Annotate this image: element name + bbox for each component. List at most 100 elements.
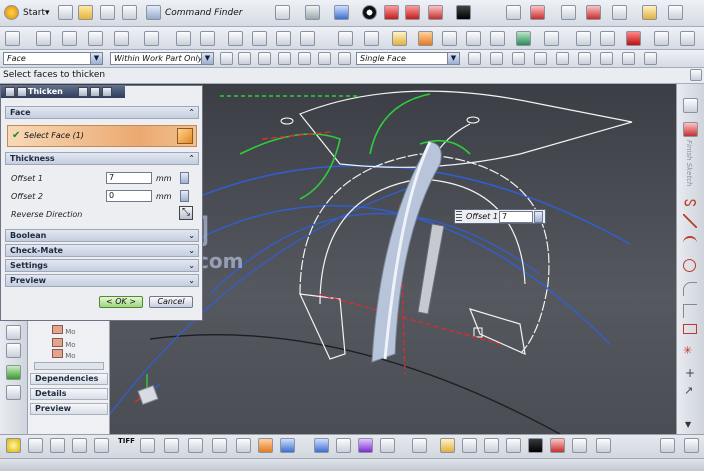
face-section-header[interactable]: Face ⌃ xyxy=(5,106,199,119)
palette-icon[interactable] xyxy=(6,385,21,400)
extract-icon[interactable] xyxy=(680,31,695,46)
scope-filter-dropdown[interactable]: Within Work Part Only ▼ xyxy=(110,52,214,65)
stop-icon[interactable] xyxy=(626,31,641,46)
settings-section-header[interactable]: Settings ⌄ xyxy=(5,259,199,272)
point-icon[interactable]: + xyxy=(685,366,695,380)
boss-icon[interactable] xyxy=(176,31,191,46)
start-menu-button[interactable]: Start▾ xyxy=(23,8,50,18)
control-point-icon[interactable] xyxy=(622,52,635,65)
deselect-icon[interactable] xyxy=(258,52,271,65)
tree-item[interactable]: Mo xyxy=(52,338,76,349)
point-snap-icon[interactable] xyxy=(468,52,481,65)
cancel-button[interactable]: Cancel xyxy=(149,296,193,308)
shading-icon[interactable] xyxy=(362,5,377,20)
mirror-icon[interactable] xyxy=(364,31,379,46)
hole-icon[interactable] xyxy=(144,31,159,46)
dependencies-panel-header[interactable]: Dependencies xyxy=(30,373,108,385)
center-icon[interactable] xyxy=(338,52,351,65)
scroll-down-icon[interactable]: ▼ xyxy=(685,420,691,429)
check-mate-section-header[interactable]: Check-Mate ⌄ xyxy=(5,244,199,257)
rectangle-icon[interactable] xyxy=(683,324,697,334)
face-selection-icon[interactable] xyxy=(177,128,193,144)
chamfer-icon[interactable] xyxy=(276,31,291,46)
show-hide-icon[interactable] xyxy=(528,438,543,453)
reverse-direction-icon[interactable]: ⤡ xyxy=(179,206,193,220)
point-on-face-icon[interactable] xyxy=(600,52,613,65)
motion-icon[interactable] xyxy=(380,438,395,453)
details-panel-header[interactable]: Details xyxy=(30,388,108,400)
trim-icon[interactable]: ↗ xyxy=(684,384,693,397)
navigator-icon[interactable] xyxy=(6,325,21,340)
dialog-pin-icon[interactable] xyxy=(17,87,27,97)
tiff-export-button[interactable]: TIFF xyxy=(118,437,135,445)
pattern-icon[interactable] xyxy=(338,31,353,46)
print-preview-icon[interactable] xyxy=(72,438,87,453)
roles-icon[interactable] xyxy=(6,365,21,380)
active-view-icon[interactable] xyxy=(258,438,273,453)
through-curves-icon[interactable] xyxy=(600,31,615,46)
select-icon[interactable] xyxy=(440,438,455,453)
new-file-icon[interactable] xyxy=(58,5,73,20)
layer-icon[interactable] xyxy=(550,438,565,453)
start-icon[interactable] xyxy=(4,5,19,20)
history-icon[interactable] xyxy=(6,343,21,358)
drag-handle-icon[interactable] xyxy=(456,211,462,222)
horizontal-scrollbar[interactable] xyxy=(34,362,104,370)
tangent-icon[interactable] xyxy=(534,52,547,65)
command-finder-button[interactable]: Command Finder xyxy=(165,8,242,18)
curvature-icon[interactable] xyxy=(612,5,627,20)
layer-settings-icon[interactable] xyxy=(506,5,521,20)
snap-view-icon[interactable] xyxy=(530,5,545,20)
synchronous-move-icon[interactable] xyxy=(490,31,505,46)
offset2-field[interactable]: 0 xyxy=(106,190,152,202)
close-icon[interactable] xyxy=(690,69,702,81)
circle-icon[interactable] xyxy=(683,259,696,272)
background-color-icon[interactable] xyxy=(456,5,471,20)
filter-icon[interactable] xyxy=(220,52,233,65)
undo-icon[interactable] xyxy=(660,438,675,453)
wave-link-icon[interactable] xyxy=(484,438,499,453)
user-icon[interactable] xyxy=(462,438,477,453)
offset1-floating-spinner[interactable] xyxy=(534,211,543,223)
hint-icon[interactable] xyxy=(6,438,21,453)
boolean-section-header[interactable]: Boolean ⌄ xyxy=(5,229,199,242)
datum-axis-icon[interactable] xyxy=(62,31,77,46)
transform-icon[interactable] xyxy=(596,438,611,453)
render-style-icon[interactable] xyxy=(384,5,399,20)
extrude-icon[interactable] xyxy=(88,31,103,46)
revolve-icon[interactable] xyxy=(114,31,129,46)
studio-icon[interactable] xyxy=(140,438,155,453)
line-icon[interactable] xyxy=(683,214,697,228)
open-folder-icon[interactable] xyxy=(78,5,93,20)
section-view-icon[interactable] xyxy=(428,5,443,20)
snap-point-icon[interactable] xyxy=(278,52,291,65)
edge-style-icon[interactable] xyxy=(405,5,420,20)
assembly-icon[interactable] xyxy=(516,31,531,46)
offset1-spinner[interactable] xyxy=(180,172,189,184)
surface-icon[interactable] xyxy=(576,31,591,46)
sketch-icon[interactable] xyxy=(5,31,20,46)
dialog-settings-icon[interactable] xyxy=(90,87,100,97)
quadrant-icon[interactable] xyxy=(512,52,525,65)
arc-icon[interactable] xyxy=(683,236,697,250)
export-image-icon[interactable] xyxy=(50,438,65,453)
replace-face-icon[interactable] xyxy=(544,31,559,46)
finish-sketch-label[interactable]: Finish Sketch xyxy=(685,140,693,187)
unite-icon[interactable] xyxy=(200,31,215,46)
existing-point-icon[interactable] xyxy=(556,52,569,65)
measure-icon[interactable] xyxy=(586,5,601,20)
end-point-icon[interactable] xyxy=(298,52,311,65)
thickness-section-header[interactable]: Thickness ⌃ xyxy=(5,152,199,165)
datum-plane-icon[interactable] xyxy=(36,31,51,46)
command-finder-icon[interactable] xyxy=(146,5,161,20)
fit-view-icon[interactable] xyxy=(275,5,290,20)
preview-panel-header[interactable]: Preview xyxy=(30,403,108,415)
fillet-icon[interactable] xyxy=(683,282,697,296)
sew-icon[interactable] xyxy=(654,31,669,46)
knowledge-icon[interactable] xyxy=(412,438,427,453)
edit-object-icon[interactable] xyxy=(572,438,587,453)
print-icon[interactable] xyxy=(122,5,137,20)
drafting-icon[interactable] xyxy=(314,438,329,453)
offset1-floating-field[interactable]: 7 xyxy=(499,211,533,223)
select-face-row[interactable]: ✔ Select Face (1) xyxy=(7,125,197,147)
